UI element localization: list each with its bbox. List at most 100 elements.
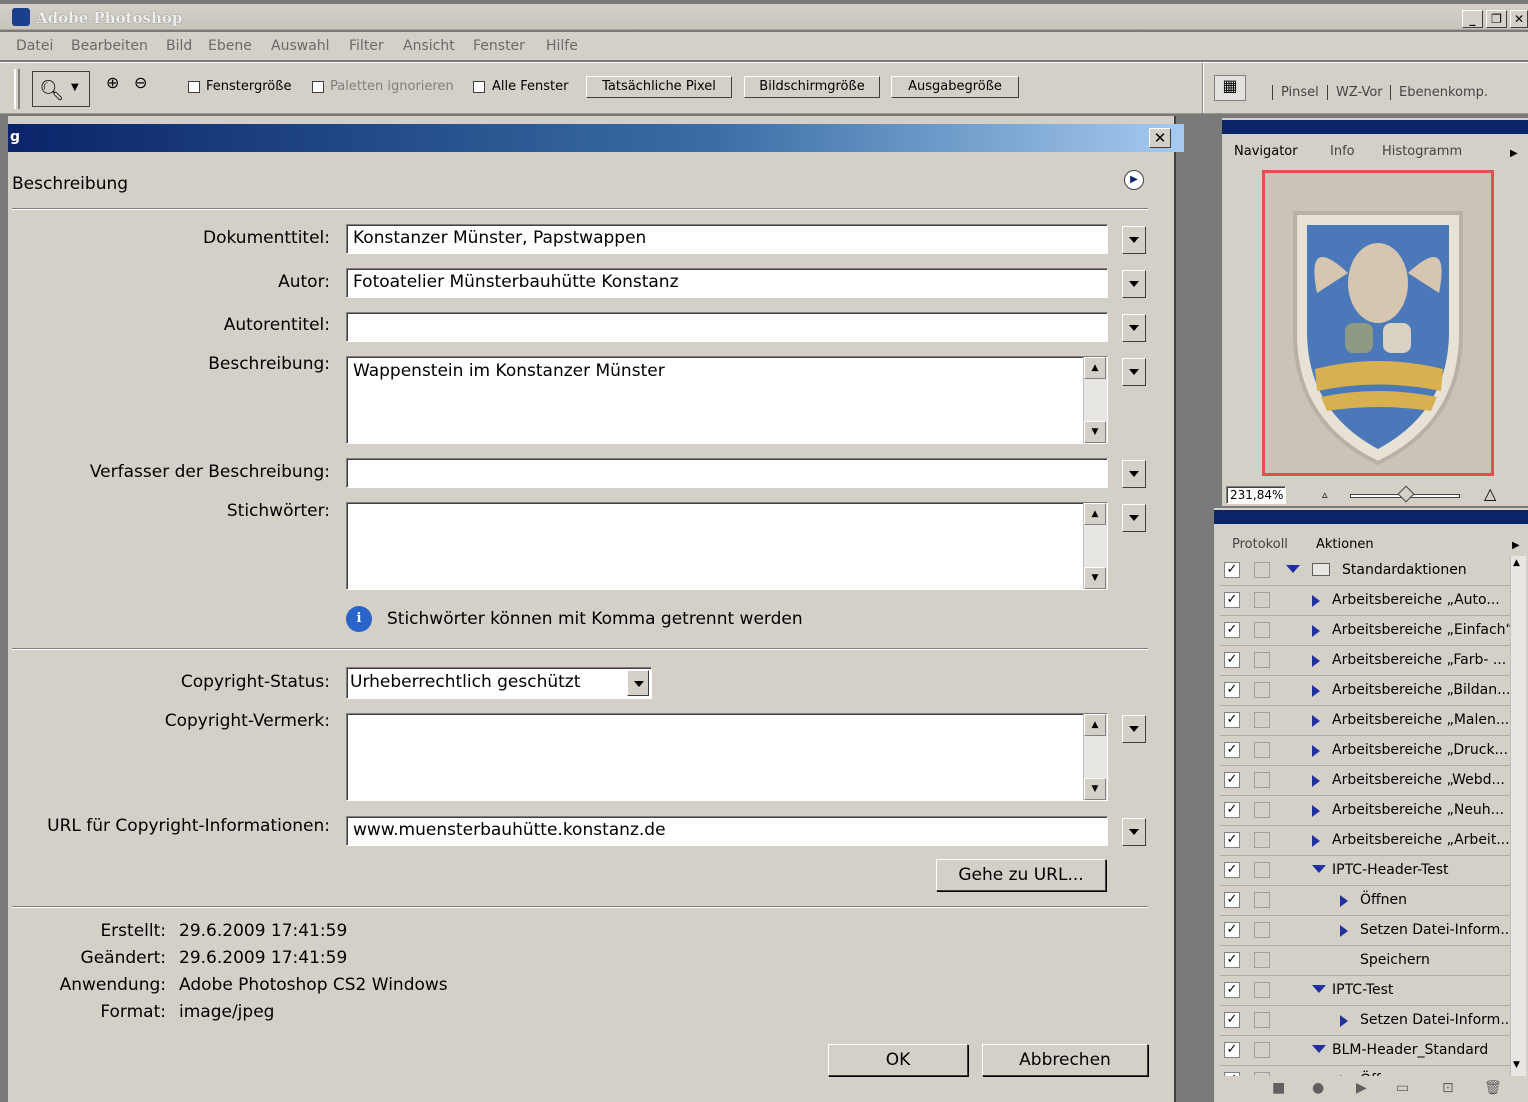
dialog-toggle-box[interactable] — [1254, 982, 1270, 998]
new-set-icon[interactable]: ▭ — [1396, 1080, 1409, 1096]
dialog-toggle-box[interactable] — [1254, 832, 1270, 848]
zoom-out-small-icon[interactable]: ▵ — [1322, 488, 1328, 501]
action-row[interactable]: ✓ Öffnen — [1220, 886, 1510, 916]
action-row[interactable]: ✓ Arbeitsbereiche „Neuh... — [1220, 796, 1510, 826]
stichwoerter-textarea[interactable]: ▲ ▼ — [346, 502, 1108, 590]
expand-triangle-icon[interactable] — [1312, 685, 1320, 697]
expand-triangle-icon[interactable] — [1340, 895, 1348, 907]
expand-triangle-icon[interactable] — [1312, 775, 1320, 787]
url-dropdown[interactable] — [1122, 818, 1146, 846]
paletten-checkbox[interactable] — [312, 81, 324, 93]
dialog-toggle-box[interactable] — [1254, 1042, 1270, 1058]
minimize-button[interactable]: _ — [1462, 10, 1483, 28]
action-enabled-checkbox[interactable]: ✓ — [1224, 1042, 1240, 1058]
palette-well-icon[interactable]: ▦ — [1214, 75, 1246, 101]
dialog-toggle-box[interactable] — [1254, 1012, 1270, 1028]
dialog-toggle-box[interactable] — [1254, 712, 1270, 728]
action-enabled-checkbox[interactable]: ✓ — [1224, 742, 1240, 758]
action-enabled-checkbox[interactable]: ✓ — [1224, 592, 1240, 608]
goto-url-button[interactable]: Gehe zu URL... — [936, 859, 1106, 891]
scroll-up-icon[interactable]: ▲ — [1084, 357, 1106, 379]
action-row[interactable]: ✓ IPTC-Test — [1220, 976, 1510, 1006]
scroll-up-icon[interactable]: ▲ — [1084, 714, 1106, 736]
scroll-down-icon[interactable]: ▼ — [1084, 778, 1106, 800]
zoom-field[interactable]: 231,84% — [1226, 486, 1286, 504]
action-row[interactable]: ✓ Arbeitsbereiche „Einfach“ — [1220, 616, 1510, 646]
action-row[interactable]: ✓ Arbeitsbereiche „Druck... — [1220, 736, 1510, 766]
restore-button[interactable]: ❐ — [1486, 10, 1507, 28]
action-enabled-checkbox[interactable]: ✓ — [1224, 652, 1240, 668]
collapse-triangle-icon[interactable] — [1286, 565, 1300, 573]
expand-triangle-icon[interactable] — [1312, 655, 1320, 667]
action-row[interactable]: ✓ Standardaktionen — [1220, 556, 1510, 586]
action-enabled-checkbox[interactable]: ✓ — [1224, 562, 1240, 578]
record-icon[interactable]: ● — [1312, 1080, 1324, 1096]
zoom-slider-thumb[interactable] — [1397, 485, 1415, 503]
url-field[interactable]: www.muensterbauhütte.konstanz.de — [346, 816, 1108, 846]
stichwoerter-scrollbar[interactable]: ▲ ▼ — [1083, 503, 1107, 589]
menu-ebene[interactable]: Ebene — [208, 38, 252, 54]
expand-triangle-icon[interactable] — [1340, 1015, 1348, 1027]
ok-button[interactable]: OK — [828, 1044, 968, 1076]
tab-aktionen[interactable]: Aktionen — [1316, 537, 1374, 552]
action-row[interactable]: ✓ Arbeitsbereiche „Bildan... — [1220, 676, 1510, 706]
action-enabled-checkbox[interactable]: ✓ — [1224, 922, 1240, 938]
dialog-toggle-box[interactable] — [1254, 892, 1270, 908]
dialog-toggle-box[interactable] — [1254, 922, 1270, 938]
expand-triangle-icon[interactable] — [1312, 625, 1320, 637]
action-enabled-checkbox[interactable]: ✓ — [1224, 952, 1240, 968]
scroll-up-icon[interactable]: ▲ — [1513, 558, 1520, 568]
dialog-toggle-box[interactable] — [1254, 862, 1270, 878]
menu-ansicht[interactable]: Ansicht — [403, 38, 455, 54]
dialog-toggle-box[interactable] — [1254, 592, 1270, 608]
dokumenttitel-field[interactable]: Konstanzer Münster, Papstwappen — [346, 224, 1108, 254]
verfasser-dropdown[interactable] — [1122, 460, 1146, 488]
trash-icon[interactable]: 🗑︎ — [1484, 1080, 1502, 1096]
well-tab-ebenenkomp[interactable]: Ebenenkomp. — [1390, 85, 1496, 100]
alle-fenster-checkbox[interactable] — [473, 81, 485, 93]
dialog-toggle-box[interactable] — [1254, 562, 1270, 578]
menu-auswahl[interactable]: Auswahl — [271, 38, 330, 54]
dialog-toggle-box[interactable] — [1254, 622, 1270, 638]
dialog-close-button[interactable]: ✕ — [1149, 128, 1171, 148]
tab-navigator[interactable]: Navigator — [1234, 144, 1298, 159]
scroll-down-icon[interactable]: ▼ — [1084, 567, 1106, 589]
menu-bild[interactable]: Bild — [166, 38, 192, 54]
actions-scrollbar[interactable]: ▲ ▼ — [1510, 556, 1526, 1076]
autorentitel-field[interactable] — [346, 312, 1108, 342]
action-enabled-checkbox[interactable]: ✓ — [1224, 1012, 1240, 1028]
action-row[interactable]: ✓ Arbeitsbereiche „Auto... — [1220, 586, 1510, 616]
menu-filter[interactable]: Filter — [349, 38, 384, 54]
navigator-thumbnail[interactable] — [1262, 170, 1494, 476]
action-enabled-checkbox[interactable]: ✓ — [1224, 682, 1240, 698]
collapse-triangle-icon[interactable] — [1312, 985, 1326, 993]
copyright-vermerk-dropdown[interactable] — [1122, 715, 1146, 743]
action-row[interactable]: ✓ Arbeitsbereiche „Webd... — [1220, 766, 1510, 796]
dialog-toggle-box[interactable] — [1254, 772, 1270, 788]
action-row[interactable]: ✓ Speichern — [1220, 946, 1510, 976]
section-menu-icon[interactable]: ▶ — [1124, 170, 1144, 190]
beschreibung-scrollbar[interactable]: ▲ ▼ — [1083, 357, 1107, 443]
panel-menu-icon[interactable]: ▶ — [1510, 148, 1518, 159]
action-enabled-checkbox[interactable]: ✓ — [1224, 712, 1240, 728]
action-enabled-checkbox[interactable]: ✓ — [1224, 832, 1240, 848]
fenstergroesse-checkbox[interactable] — [188, 81, 200, 93]
autorentitel-dropdown[interactable] — [1122, 314, 1146, 342]
zoom-slider[interactable] — [1350, 485, 1460, 503]
panel-menu-icon[interactable]: ▶ — [1512, 540, 1520, 551]
well-tab-pinsel[interactable]: Pinsel — [1272, 85, 1327, 100]
action-row[interactable]: ✓ IPTC-Header-Test — [1220, 856, 1510, 886]
action-enabled-checkbox[interactable]: ✓ — [1224, 892, 1240, 908]
tab-info[interactable]: Info — [1330, 144, 1355, 159]
ausgabegroesse-button[interactable]: Ausgabegröße — [891, 76, 1019, 98]
tatsaechliche-pixel-button[interactable]: Tatsächliche Pixel — [586, 76, 732, 98]
collapse-triangle-icon[interactable] — [1312, 1045, 1326, 1053]
expand-triangle-icon[interactable] — [1312, 745, 1320, 757]
menu-bearbeiten[interactable]: Bearbeiten — [71, 38, 148, 54]
action-row[interactable]: ✓ Arbeitsbereiche „Farb- ... — [1220, 646, 1510, 676]
autor-field[interactable]: Fotoatelier Münsterbauhütte Konstanz — [346, 268, 1108, 298]
action-enabled-checkbox[interactable]: ✓ — [1224, 622, 1240, 638]
zoom-tool-preset[interactable]: 🔍︎ ▼ — [32, 71, 90, 107]
play-icon[interactable]: ▶ — [1356, 1080, 1367, 1096]
copyright-vermerk-scrollbar[interactable]: ▲ ▼ — [1083, 714, 1107, 800]
